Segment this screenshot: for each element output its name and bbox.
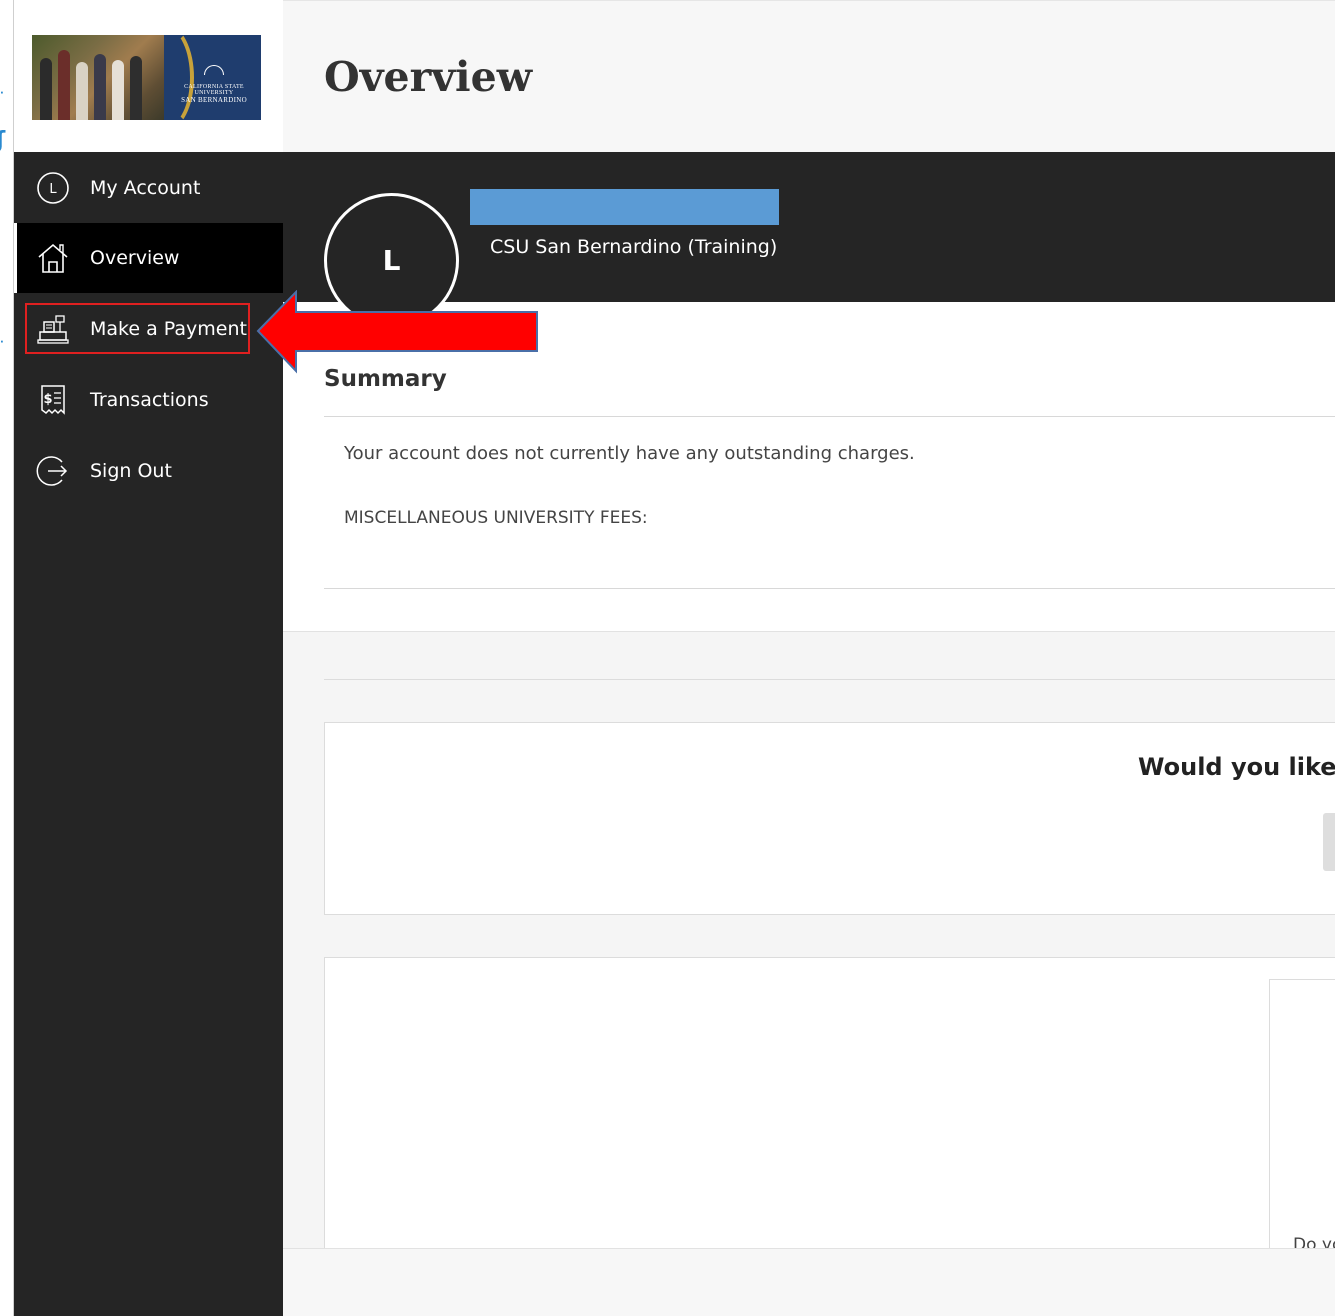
sidebar-item-transactions[interactable]: $ Transactions <box>14 365 283 435</box>
avatar: L <box>324 193 459 328</box>
summary-heading: Summary <box>324 366 447 392</box>
logo-text-line1: CALIFORNIA STATE UNIVERSITY <box>184 84 244 96</box>
logo-dome-icon <box>204 65 224 75</box>
background-fragment: ʃ <box>0 128 6 153</box>
svg-text:L: L <box>49 182 57 197</box>
sidebar-item-make-a-payment[interactable]: Make a Payment <box>14 294 283 364</box>
divider <box>324 679 1335 680</box>
sidebar-item-label: My Account <box>90 177 201 199</box>
misc-fees-label: MISCELLANEOUS UNIVERSITY FEES: <box>344 508 648 528</box>
avatar-letter: L <box>382 244 401 277</box>
logo-area: CALIFORNIA STATE UNIVERSITY SAN BERNARDI… <box>14 0 283 152</box>
main-content: Summary Your account does not currently … <box>283 302 1335 1316</box>
summary-message: Your account does not currently have any… <box>344 443 915 464</box>
sidebar-item-overview[interactable]: Overview <box>14 223 283 293</box>
cash-register-icon <box>36 312 70 346</box>
sidebar-item-sign-out[interactable]: Sign Out <box>14 436 283 506</box>
prompt-card: Would you like to <box>324 722 1335 915</box>
background-window-edge: · ʃ · <box>0 0 14 1316</box>
institution-name: CSU San Bernardino (Training) <box>490 236 778 258</box>
university-logo[interactable]: CALIFORNIA STATE UNIVERSITY SAN BERNARDI… <box>32 35 261 120</box>
page-footer <box>283 1248 1335 1316</box>
logo-text-line2: SAN BERNARDINO <box>181 96 247 104</box>
home-icon <box>36 241 70 275</box>
sidebar-item-label: Sign Out <box>90 460 172 482</box>
receipt-icon: $ <box>36 383 70 417</box>
sidebar-item-label: Make a Payment <box>90 318 247 340</box>
divider <box>324 588 1335 589</box>
background-fragment: · <box>0 88 4 99</box>
sidebar-item-label: Overview <box>90 247 180 269</box>
prompt-button[interactable] <box>1323 813 1335 871</box>
page-title: Overview <box>324 53 533 101</box>
sidebar-item-my-account[interactable]: L My Account <box>14 153 283 223</box>
sidebar: CALIFORNIA STATE UNIVERSITY SAN BERNARDI… <box>14 0 283 1316</box>
prompt-heading: Would you like to <box>1138 753 1335 781</box>
divider <box>324 416 1335 417</box>
logo-text: CALIFORNIA STATE UNIVERSITY SAN BERNARDI… <box>172 84 256 104</box>
sidebar-item-label: Transactions <box>90 389 209 411</box>
content-area: Would you like to Do yo <box>283 631 1335 1316</box>
user-initial-icon: L <box>36 171 70 205</box>
redacted-name <box>470 189 779 225</box>
sign-out-icon <box>36 454 70 488</box>
page-root: · ʃ · CALIFORNIA STATE UNIVERSITY SAN BE… <box>0 0 1335 1316</box>
logo-arc <box>140 35 194 120</box>
page-header: Overview <box>283 0 1335 152</box>
svg-text:$: $ <box>43 392 52 407</box>
background-fragment: · <box>0 337 4 348</box>
